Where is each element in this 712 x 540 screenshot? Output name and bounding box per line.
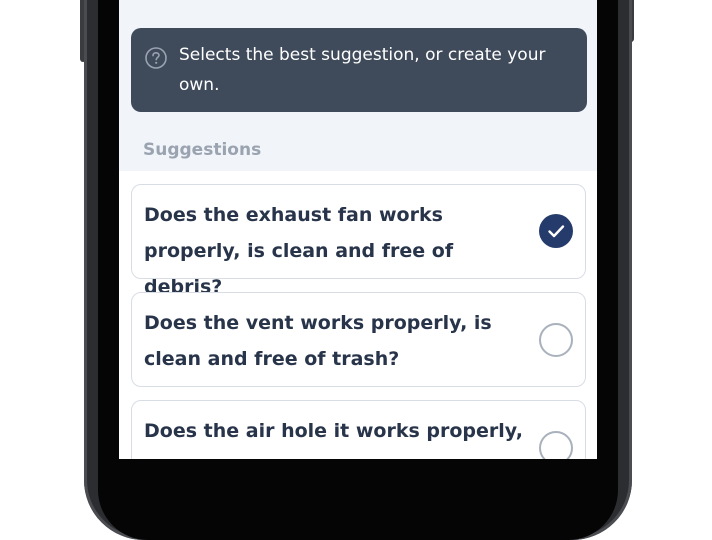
phone-screen: Selects the best suggestion, or create y…	[119, 0, 597, 459]
suggestion-option-2[interactable]: Does the vent works properly, is clean a…	[131, 292, 586, 387]
radio-unchecked-icon[interactable]	[539, 431, 573, 459]
suggestion-option-3[interactable]: Does the air hole it works properly, is …	[131, 400, 586, 459]
suggestion-label: Does the vent works properly, is clean a…	[144, 312, 492, 370]
radio-checked-icon[interactable]	[539, 214, 573, 248]
suggestions-title: Suggestions	[143, 140, 262, 160]
hint-text: Selects the best suggestion, or create y…	[179, 45, 546, 95]
suggestion-label: Does the exhaust fan works properly, is …	[144, 204, 454, 298]
suggestion-option-1[interactable]: Does the exhaust fan works properly, is …	[131, 184, 586, 298]
hint-banner: Selects the best suggestion, or create y…	[131, 28, 587, 112]
radio-unchecked-icon[interactable]	[539, 323, 573, 357]
suggestion-label: Does the air hole it works properly, is …	[144, 420, 523, 459]
question-circle-icon	[145, 47, 167, 69]
